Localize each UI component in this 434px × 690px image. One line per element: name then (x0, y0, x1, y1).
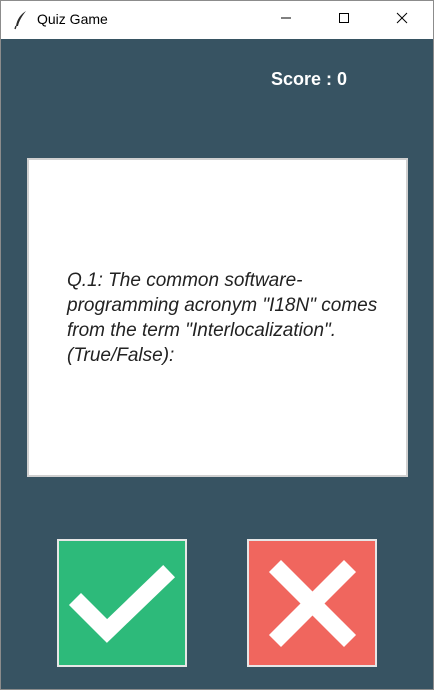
question-text: Q.1: The common software-programming acr… (67, 270, 378, 366)
minimize-button[interactable] (257, 1, 315, 39)
false-button[interactable] (247, 539, 377, 667)
score-text: Score : (271, 69, 338, 89)
true-button[interactable] (57, 539, 187, 667)
question-card: Q.1: The common software-programming acr… (27, 158, 408, 477)
window-title: Quiz Game (37, 11, 108, 27)
feather-icon (13, 10, 29, 30)
maximize-button[interactable] (315, 1, 373, 39)
score-value: 0 (337, 69, 348, 89)
score-label: Score : 0 (271, 69, 347, 90)
close-button[interactable] (373, 1, 431, 39)
minimize-icon (280, 11, 292, 29)
maximize-icon (338, 11, 350, 29)
quiz-window: Quiz Game Score : 0 Q.1: The common soft… (0, 0, 434, 690)
close-icon (396, 11, 408, 29)
title-bar: Quiz Game (1, 1, 433, 39)
